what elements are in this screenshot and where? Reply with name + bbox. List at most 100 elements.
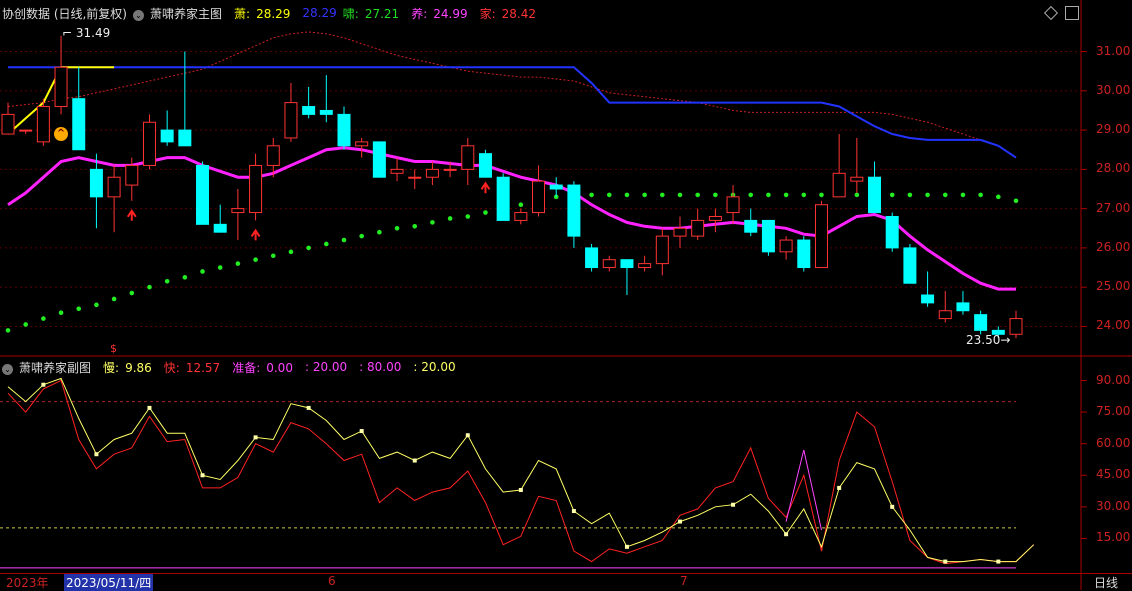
green-dot bbox=[359, 233, 364, 239]
buy-circle-icon[interactable]: ^ bbox=[54, 127, 68, 141]
candle-body bbox=[921, 294, 935, 304]
candle-body bbox=[655, 235, 669, 265]
candle-body bbox=[249, 164, 263, 214]
candle-body bbox=[832, 172, 846, 198]
y-tick-label: 30.00 bbox=[1096, 82, 1131, 97]
period-label[interactable]: 日线 bbox=[1094, 574, 1118, 591]
candle-body bbox=[1, 113, 15, 135]
slow-marker bbox=[731, 502, 736, 507]
green-dot bbox=[942, 192, 948, 198]
slow-marker bbox=[41, 382, 46, 387]
candle-body bbox=[337, 113, 351, 147]
green-dot bbox=[925, 192, 930, 198]
candle-body bbox=[107, 176, 121, 198]
slow-marker bbox=[359, 429, 364, 434]
y-tick-label: 26.00 bbox=[1096, 239, 1131, 254]
candle-body bbox=[708, 215, 722, 221]
candle-body bbox=[196, 164, 210, 225]
y-tick-label: 27.00 bbox=[1096, 200, 1131, 215]
candle-body bbox=[620, 259, 634, 269]
green-dot bbox=[324, 241, 329, 247]
candle-body bbox=[390, 168, 404, 174]
green-dot bbox=[996, 194, 1001, 200]
green-dot bbox=[766, 192, 771, 198]
green-dot bbox=[58, 310, 64, 315]
green-dot bbox=[147, 284, 152, 290]
green-dot bbox=[235, 261, 241, 266]
price-chart[interactable] bbox=[0, 0, 1132, 590]
candle-body bbox=[54, 66, 68, 108]
green-dot bbox=[660, 192, 665, 198]
slow-marker bbox=[571, 509, 576, 514]
green-dot bbox=[695, 192, 700, 198]
green-dot bbox=[518, 202, 524, 208]
red-dotted-line bbox=[7, 31, 1017, 159]
y-tick-label: 31.00 bbox=[1096, 43, 1131, 58]
candle-body bbox=[72, 98, 86, 151]
green-dot bbox=[447, 216, 453, 221]
green-dot bbox=[41, 316, 46, 321]
green-dot bbox=[978, 192, 983, 198]
candle-body bbox=[478, 153, 492, 178]
green-dot bbox=[483, 210, 488, 215]
green-dot bbox=[783, 192, 789, 198]
candle-body bbox=[372, 141, 386, 178]
green-dot bbox=[960, 192, 966, 198]
candle-body bbox=[514, 212, 528, 221]
candle-body bbox=[956, 302, 970, 312]
green-dot bbox=[253, 257, 258, 262]
month-7: 7 bbox=[680, 574, 688, 588]
y-tick-label: 28.00 bbox=[1096, 161, 1131, 176]
candle-body bbox=[726, 196, 740, 214]
green-dot bbox=[748, 192, 754, 198]
buy-arrow-icon bbox=[126, 208, 137, 221]
y-tick-label: 60.00 bbox=[1096, 435, 1131, 450]
green-dot bbox=[306, 245, 311, 251]
candle-body bbox=[673, 227, 687, 237]
candle-body bbox=[355, 141, 369, 147]
green-dot bbox=[394, 225, 400, 231]
fast-line bbox=[7, 379, 1035, 565]
dollar-marker: $ bbox=[110, 342, 117, 355]
slow-marker bbox=[784, 532, 789, 537]
green-dot bbox=[819, 192, 824, 198]
green-dot bbox=[217, 265, 223, 270]
candle-body bbox=[142, 121, 156, 166]
slow-marker bbox=[996, 559, 1001, 564]
slow-marker bbox=[518, 488, 523, 492]
slow-marker bbox=[837, 485, 842, 490]
candle-body bbox=[496, 176, 510, 221]
green-dot bbox=[164, 278, 170, 284]
candle-body bbox=[567, 184, 581, 237]
buy-arrow-icon bbox=[480, 181, 491, 194]
y-tick-label: 15.00 bbox=[1096, 530, 1131, 545]
candle-body bbox=[231, 208, 245, 214]
candle-body bbox=[408, 176, 422, 179]
green-dot bbox=[129, 290, 135, 296]
y-tick-label: 30.00 bbox=[1096, 498, 1131, 513]
slow-marker bbox=[943, 559, 948, 564]
green-dot bbox=[465, 214, 471, 219]
green-dot bbox=[270, 253, 276, 259]
green-dot bbox=[677, 192, 683, 198]
slow-marker bbox=[147, 405, 152, 410]
y-tick-label: 25.00 bbox=[1096, 279, 1131, 294]
candle-body bbox=[974, 314, 988, 331]
candle-body bbox=[814, 204, 828, 269]
green-dot bbox=[76, 306, 82, 312]
candle-body bbox=[319, 109, 333, 115]
slow-marker bbox=[890, 504, 895, 509]
green-dot bbox=[624, 192, 630, 198]
candle-body bbox=[638, 263, 652, 269]
y-tick-label: 24.00 bbox=[1096, 318, 1131, 333]
green-dot bbox=[642, 192, 647, 198]
y-tick-label: 45.00 bbox=[1096, 467, 1131, 482]
slow-line bbox=[7, 377, 1035, 563]
candle-body bbox=[549, 184, 563, 190]
cursor-date: 2023/05/11/四 bbox=[64, 574, 154, 591]
green-dot bbox=[341, 237, 347, 243]
green-dot bbox=[377, 229, 382, 235]
green-dot bbox=[854, 192, 860, 198]
green-dot bbox=[1013, 198, 1019, 204]
slow-marker bbox=[306, 405, 311, 410]
